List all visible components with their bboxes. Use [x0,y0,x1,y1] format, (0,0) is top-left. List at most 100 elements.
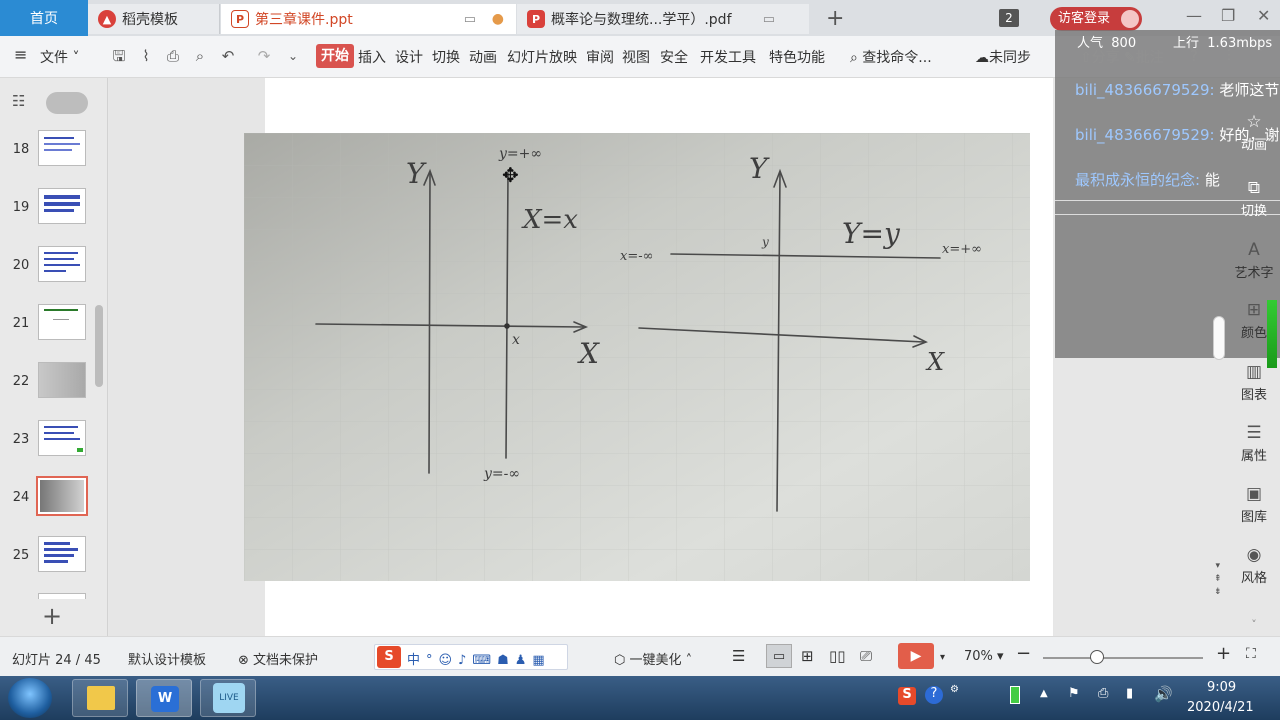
menu-animation[interactable]: 动画 [469,47,497,67]
menu-developer[interactable]: 开发工具 [700,47,756,67]
undo-icon[interactable]: ↶ [218,46,238,66]
canvas-vertical-scrollbar[interactable] [1213,316,1225,360]
add-slide-plus-icon[interactable]: + [42,602,62,630]
presenter-view-icon[interactable]: ⎚ [860,647,872,665]
play-options-icon[interactable]: ▾ [940,652,945,663]
help-tray-icon[interactable]: ? [925,686,943,704]
device-icon[interactable]: ⎙ [1098,686,1108,701]
menu-start[interactable]: 开始 [316,44,354,68]
network-icon[interactable]: ▮ [1126,686,1133,701]
sidebar-chart[interactable]: ▥ 图表 [1228,362,1280,403]
menu-insert[interactable]: 插入 [358,47,386,67]
monitor-icon[interactable]: ▭ [464,12,476,27]
battery-icon[interactable] [1010,686,1020,704]
sync-status[interactable]: ☁未同步 [975,47,1031,67]
slide-thumb-18[interactable]: 18 [0,130,100,170]
sidebar-animation[interactable]: ☆ 动画 [1228,112,1280,153]
mouse-cursor-icon: ✥ [502,163,519,187]
taskbar-live[interactable]: LIVE [200,679,256,717]
taskbar-explorer[interactable] [72,679,128,717]
document-protection[interactable]: ⊗ 文档未保护 [238,649,318,668]
tab-template[interactable]: ▲ 稻壳模板 [88,4,220,34]
guest-login-button[interactable]: 访客登录 [1050,7,1142,31]
slide-thumb-25[interactable]: 25 [0,536,100,576]
menu-review[interactable]: 审阅 [586,47,614,67]
slide-thumbnail-partial [38,593,86,599]
menu-features[interactable]: 特色功能 [769,47,825,67]
wordart-icon: A [1248,240,1260,260]
show-hidden-icons[interactable]: ▲ [1040,688,1048,699]
new-tab-plus-icon[interactable]: + [826,6,844,31]
slide-thumb-22[interactable]: 22 [0,362,100,402]
thumbnail-scrollbar[interactable] [95,305,103,387]
taskbar-wps[interactable]: W [136,679,192,717]
slide-thumb-20[interactable]: 20 [0,246,100,286]
ime-toolbar[interactable]: S 中°☺♪⌨☗♟▦ [374,644,568,670]
search-command[interactable]: ⌕ 查找命令... [850,47,932,67]
hamburger-menu-icon[interactable]: ≡ [14,45,27,64]
shield-icon: ⊗ [238,653,249,668]
sidebar-expand-icon[interactable]: ˅ [1228,618,1280,631]
minimize-icon[interactable]: — [1186,6,1202,25]
scroll-arrows-icon[interactable]: ▾ ⇞ ⇟ [1214,560,1222,599]
sidebar-gallery[interactable]: ▣ 图库 [1228,484,1280,525]
zoom-level[interactable]: 70% ▾ [964,649,1004,664]
slide-thumb-19[interactable]: 19 [0,188,100,228]
print-icon[interactable]: ⎙ [163,46,183,66]
print-preview-icon[interactable]: ⌕ [190,46,210,66]
windows-start-icon[interactable] [8,678,52,718]
tab-pdf[interactable]: P 概率论与数理统...学平）.pdf ▭ [517,4,809,34]
clock-time[interactable]: 9:09 [1207,680,1236,695]
slide-thumb-24-selected[interactable]: 24 [0,476,100,518]
slide-thumbnail-panel: ☷ 18 19 20 21 22 23 24 25 + [0,78,108,636]
slide-thumb-23[interactable]: 23 [0,420,100,460]
sidebar-wordart[interactable]: A 艺术字 [1228,240,1280,281]
zoom-slider-knob[interactable] [1090,650,1104,664]
design-template-name[interactable]: 默认设计模板 [128,649,206,668]
slide-number: 24 [12,490,30,505]
flag-icon[interactable]: ⚑ [1068,686,1080,701]
sidebar-animation-label: 动画 [1240,138,1267,153]
sidebar-style[interactable]: ◉ 风格 [1228,545,1280,586]
outline-view-icon[interactable]: ☷ [12,92,25,110]
zoom-in-icon[interactable]: + [1216,643,1231,664]
monitor-icon[interactable]: ▭ [763,12,775,27]
menu-view[interactable]: 视图 [622,47,650,67]
menu-security[interactable]: 安全 [660,47,688,67]
upload-value: 1.63mbps [1207,36,1273,51]
customize-chevron-icon[interactable]: ⌄ [283,46,303,66]
file-menu[interactable]: 文件 ˅ [40,47,79,67]
close-icon[interactable]: ✕ [1257,6,1270,25]
slide-sorter-icon[interactable]: ⊞ [801,647,814,665]
slide-thumb-21[interactable]: 21 [0,304,100,344]
sidebar-transition[interactable]: ⧉ 切换 [1228,178,1280,219]
notes-align-icon[interactable]: ☰ [732,647,745,665]
menu-design[interactable]: 设计 [395,47,423,67]
tray-settings-icon[interactable]: ⚙ [950,684,959,695]
clock-date[interactable]: 2020/4/21 [1187,700,1254,715]
play-slideshow-icon[interactable]: ▶ [898,643,934,669]
zoom-out-icon[interactable]: − [1016,643,1031,664]
fit-window-icon[interactable]: ⛶ [1246,646,1256,662]
redo-icon[interactable]: ↷ [254,46,274,66]
save-icon[interactable]: 🖫 [109,46,129,66]
menu-slideshow[interactable]: 幻灯片放映 [507,47,577,67]
tab-home[interactable]: 首页 [0,0,88,36]
volume-icon[interactable]: 🔊 [1154,685,1173,703]
menu-transition[interactable]: 切换 [432,47,460,67]
sidebar-properties[interactable]: ☰ 属性 [1228,423,1280,464]
format-painter-icon[interactable]: ⌇ [136,46,156,66]
slide-view-toggle[interactable] [46,92,88,114]
normal-view-icon[interactable]: ▭ [766,644,792,668]
slide-photo-hand-drawn-axes[interactable]: Y y=+∞ X=x x X y=-∞ Y x=-∞ y Y=y x=+∞ X [244,133,1030,581]
restore-icon[interactable]: ❐ [1221,6,1235,25]
reading-view-icon[interactable]: ▯▯ [829,647,846,665]
tab-ppt[interactable]: P 第三章课件.ppt ▭ ● [221,4,516,34]
live-app-icon: LIVE [213,683,245,713]
beautify-button[interactable]: ⬡ 一键美化 ˄ [614,649,692,668]
window-count-badge[interactable]: 2 [999,9,1019,27]
zoom-slider-track[interactable] [1043,657,1203,659]
sogou-tray-icon[interactable]: S [898,687,916,705]
sidebar-chart-label: 图表 [1240,388,1267,403]
cube-icon: ⬡ [614,653,626,668]
